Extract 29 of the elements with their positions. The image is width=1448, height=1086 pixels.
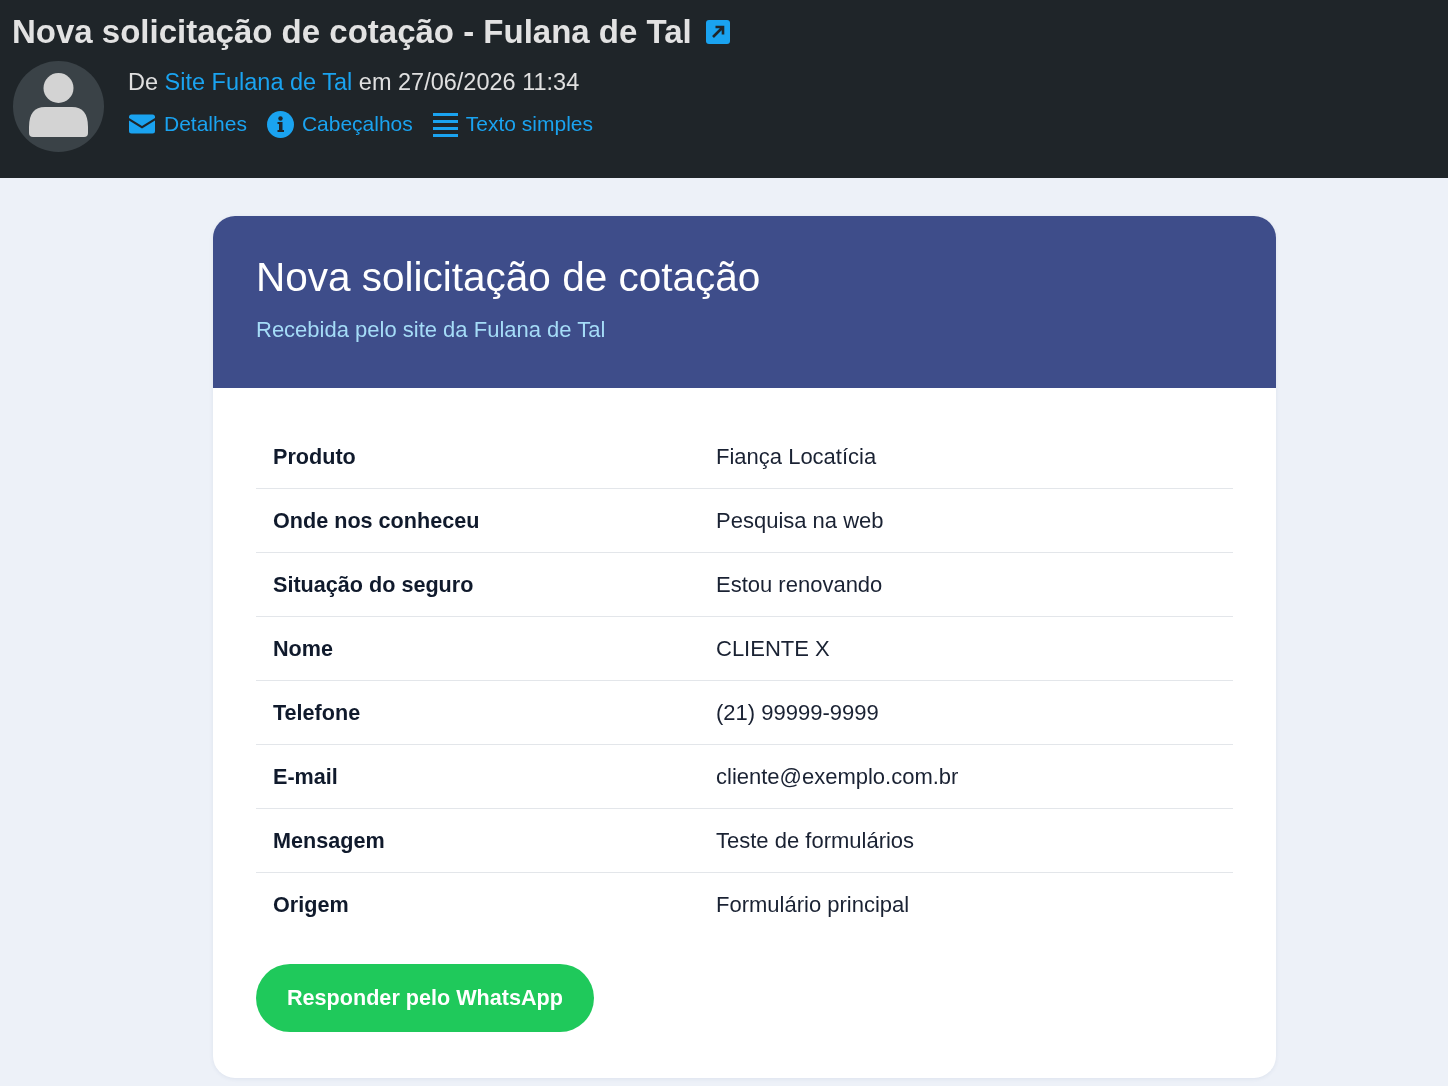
lines-icon <box>432 111 458 137</box>
field-label: E-mail <box>273 763 339 790</box>
sender-line: De Site Fulana de Tal em 27/06/2026 11:34 <box>128 68 581 97</box>
sender-link[interactable]: Site Fulana de Tal <box>164 69 353 95</box>
info-icon <box>266 110 294 138</box>
card-subtitle: Recebida pelo site da Fulana de Tal <box>256 317 607 343</box>
field-label: Telefone <box>273 699 362 726</box>
field-value: cliente@exemplo.com.br <box>716 763 960 790</box>
field-label: Mensagem <box>273 827 386 854</box>
message-view-link[interactable]: Detalhes <box>128 110 247 138</box>
avatar-icon <box>13 61 104 152</box>
field-label: Origem <box>273 892 350 918</box>
message-view-link[interactable]: Texto simples <box>432 110 593 138</box>
external-link-icon[interactable] <box>705 20 730 44</box>
field-label: Onde nos conheceu <box>273 507 481 534</box>
field-value: CLIENTE X <box>716 635 831 662</box>
field-value: Teste de formulários <box>716 827 916 854</box>
field-value: Fiança Locatícia <box>716 443 878 470</box>
card-title: Nova solicitação de cotação <box>256 253 762 302</box>
field-label: Produto <box>273 443 357 470</box>
message-subject: Nova solicitação de cotação - Fulana de Tal <box>12 12 692 52</box>
field-value: (21) 99999-9999 <box>716 699 880 726</box>
field-label: Nome <box>273 635 334 662</box>
field-value: Estou renovando <box>716 571 884 598</box>
envelope-icon <box>128 114 156 134</box>
field-value: Pesquisa na web <box>716 507 885 534</box>
message-view-link[interactable]: Cabeçalhos <box>266 110 413 138</box>
field-label: Situação do seguro <box>273 571 475 598</box>
field-value: Formulário principal <box>716 892 911 918</box>
